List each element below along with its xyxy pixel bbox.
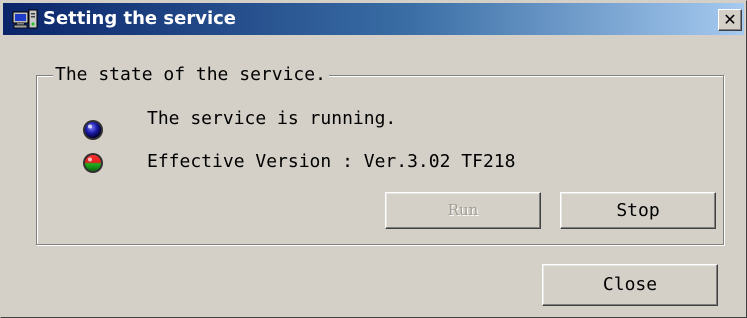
running-status-text: The service is running.	[147, 108, 397, 129]
close-icon[interactable]: ✕	[718, 9, 742, 31]
title-bar[interactable]: Setting the service ✕	[3, 3, 744, 35]
group-label: The state of the service.	[53, 64, 329, 86]
stop-button[interactable]: Stop	[560, 192, 716, 229]
window-title: Setting the service	[43, 8, 236, 29]
close-button[interactable]: Close	[542, 264, 718, 306]
computer-service-icon	[12, 9, 38, 29]
blue-led-icon	[83, 120, 103, 140]
run-button[interactable]: Run	[385, 192, 541, 229]
service-settings-dialog: Setting the service ✕ The state of the s…	[0, 0, 747, 318]
red-green-led-icon	[83, 153, 103, 173]
version-status-text: Effective Version : Ver.3.02 TF218	[147, 151, 516, 172]
